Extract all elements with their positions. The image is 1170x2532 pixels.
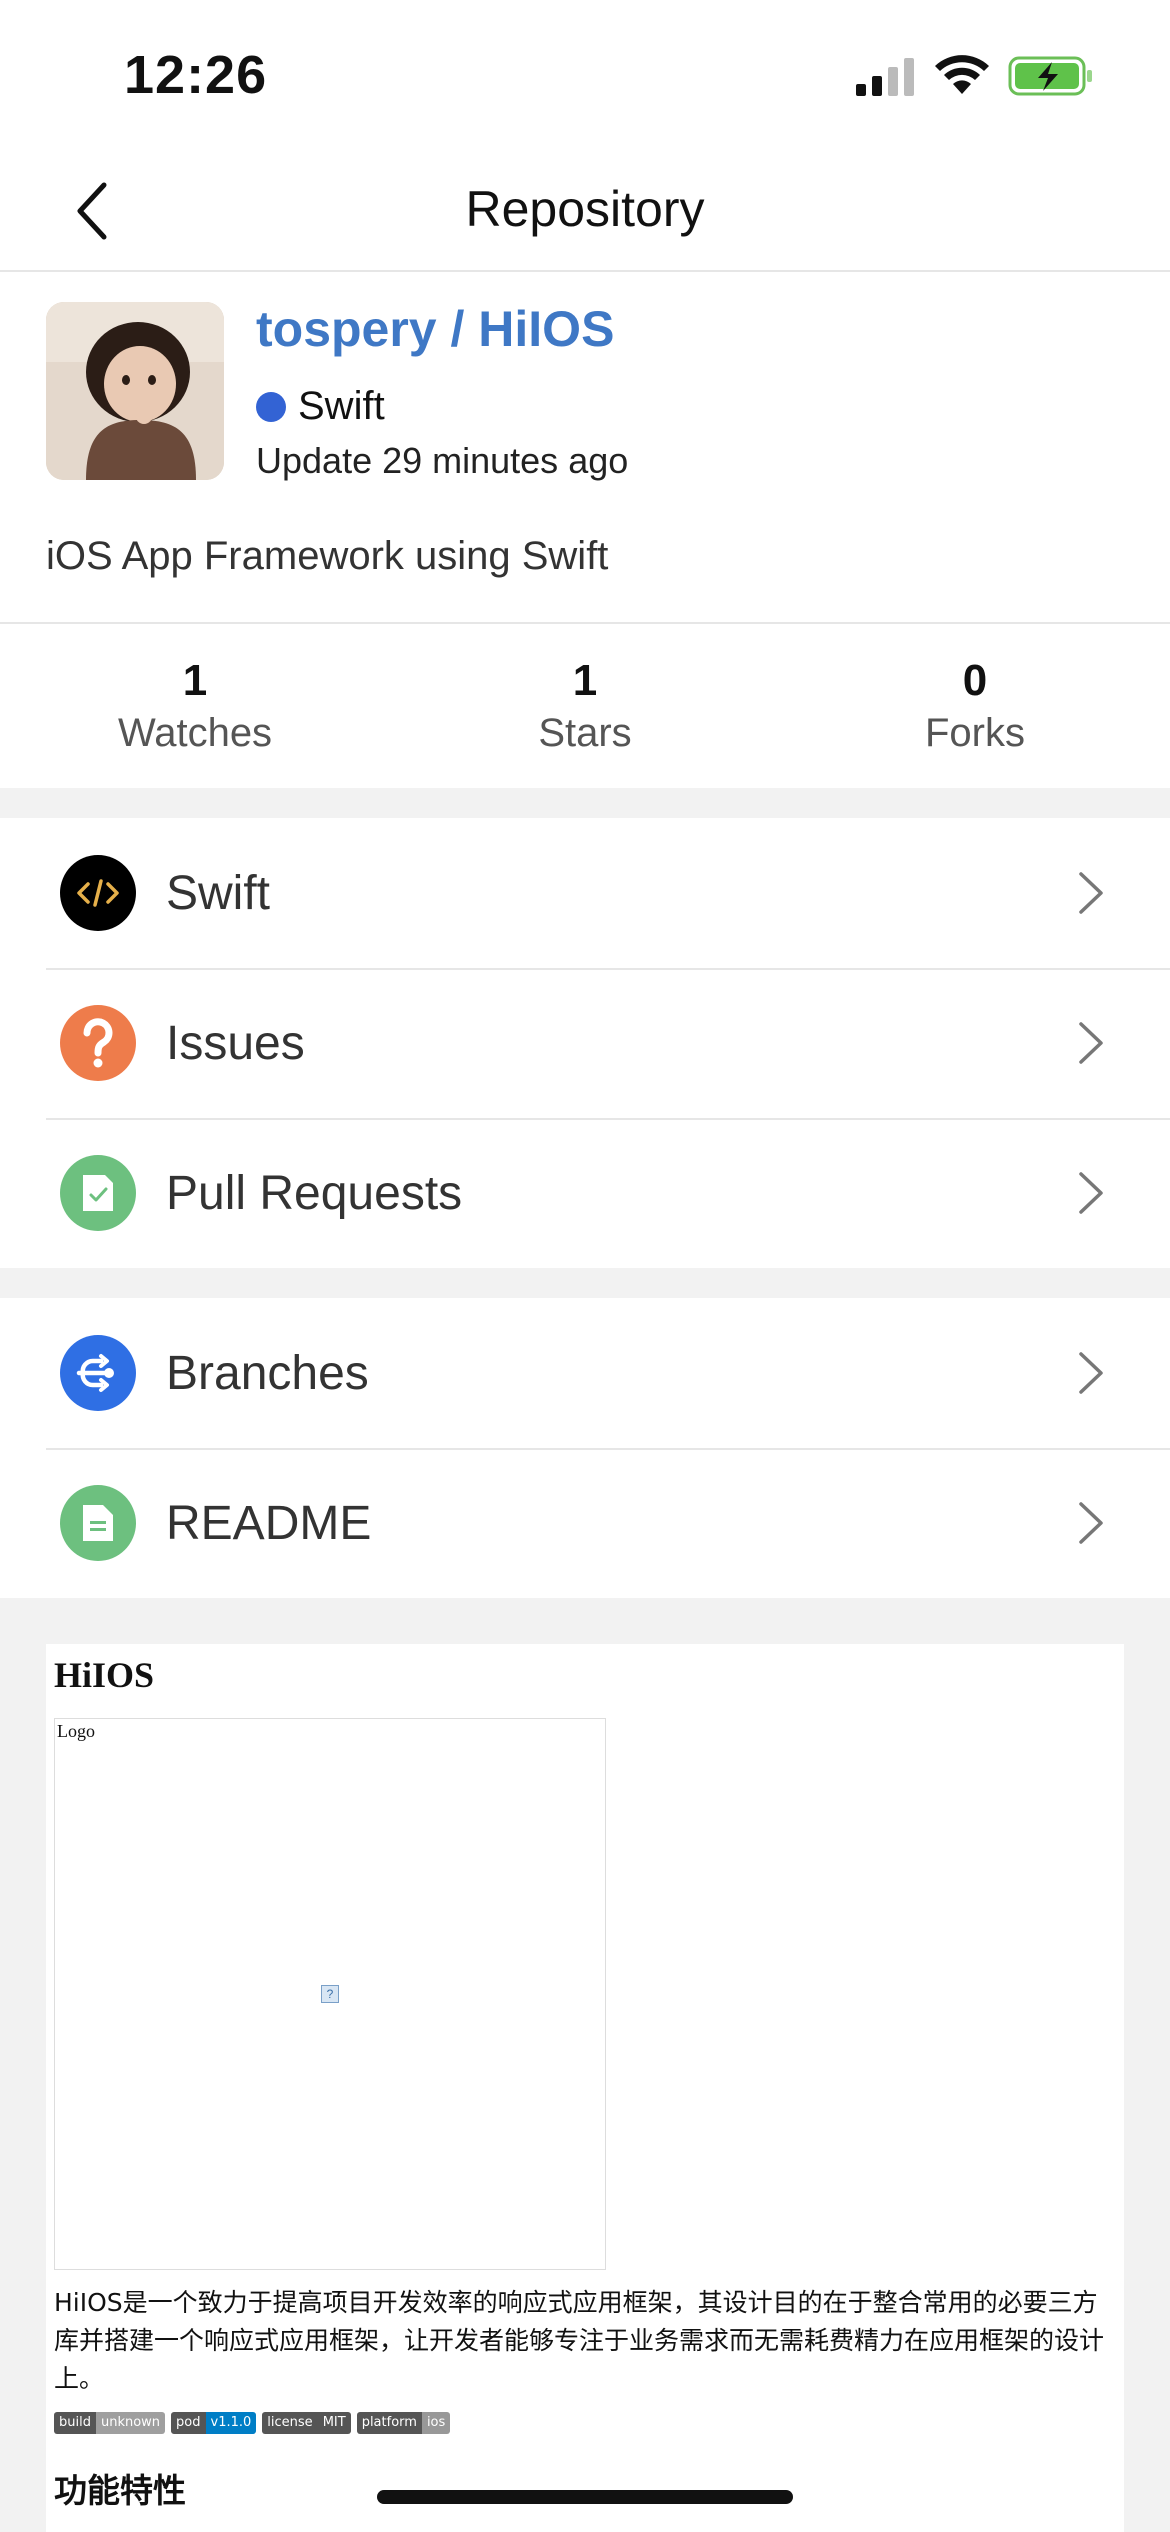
menu-item-readme[interactable]: README	[0, 1448, 1170, 1598]
logo-alt-text: Logo	[57, 1721, 95, 1741]
menu-item-label: Swift	[166, 867, 271, 920]
repo-name-link[interactable]: tospery / HiIOS	[256, 300, 614, 358]
badge-key: build	[54, 2412, 96, 2434]
pull-request-icon	[60, 1155, 136, 1231]
menu-item-pull-requests[interactable]: Pull Requests	[0, 1118, 1170, 1268]
badge-value: v1.1.0	[205, 2412, 257, 2434]
language-row: Swift	[256, 384, 385, 429]
menu-group-code: Swift Issues Pull Requests	[0, 818, 1170, 1268]
stat-stars[interactable]: 1 Stars	[390, 624, 780, 788]
updated-time: Update 29 minutes ago	[256, 440, 629, 481]
menu-item-label: Branches	[166, 1347, 369, 1400]
stat-label: Watches	[117, 711, 273, 755]
menu-item-swift[interactable]: Swift	[0, 818, 1170, 968]
readme-title: HiIOS	[54, 1655, 155, 1695]
stat-label: Forks	[925, 711, 1025, 755]
badge-platform[interactable]: platform ios	[356, 2412, 451, 2434]
code-icon	[60, 855, 136, 931]
chevron-right-icon	[1079, 1352, 1103, 1394]
menu-group-repo: Branches README	[0, 1298, 1170, 1598]
avatar[interactable]	[46, 302, 224, 480]
repo-header: tospery / HiIOS Swift Update 29 minutes …	[0, 272, 1170, 624]
stat-forks[interactable]: 0 Forks	[780, 624, 1170, 788]
menu-item-label: README	[166, 1497, 372, 1550]
page-title: Repository	[465, 181, 705, 237]
question-icon	[60, 1005, 136, 1081]
badge-value: unknown	[95, 2412, 166, 2434]
chevron-right-icon	[1079, 1502, 1103, 1544]
menu-item-branches[interactable]: Branches	[0, 1298, 1170, 1448]
readme-intro: HiIOS是一个致力于提高项目开发效率的响应式应用框架，其设计目的在于整合常用的…	[54, 2288, 1105, 2393]
wifi-icon	[935, 55, 989, 94]
chevron-right-icon	[1079, 872, 1103, 914]
language-label: Swift	[298, 384, 385, 428]
avatar-photo	[46, 302, 224, 480]
stat-count: 0	[962, 656, 988, 705]
menu-item-label: Pull Requests	[166, 1167, 463, 1220]
badge-key: license	[262, 2412, 318, 2434]
logo-image-placeholder: Logo ?	[54, 1718, 606, 2270]
status-bar: 12:26	[0, 0, 1170, 150]
stat-count: 1	[572, 656, 598, 705]
stat-label: Stars	[538, 711, 632, 755]
chevron-right-icon	[1079, 1172, 1103, 1214]
menu-item-label: Issues	[166, 1017, 305, 1070]
broken-image-icon: ?	[321, 1985, 339, 2003]
stat-count: 1	[182, 656, 208, 705]
badge-key: platform	[356, 2412, 422, 2434]
menu-item-issues[interactable]: Issues	[0, 968, 1170, 1118]
readme-content[interactable]: HiIOS Logo ? HiIOS是一个致力于提高项目开发效率的响应式应用框架…	[46, 1644, 1124, 2532]
document-icon	[60, 1485, 136, 1561]
repo-description: iOS App Framework using Swift	[46, 534, 609, 578]
badge-value: MIT	[317, 2412, 351, 2434]
badge-value: ios	[421, 2412, 451, 2434]
badge-license[interactable]: license MIT	[262, 2412, 351, 2434]
features-heading: 功能特性	[54, 2471, 186, 2510]
cellular-signal-icon	[856, 58, 914, 96]
badge-pod[interactable]: pod v1.1.0	[171, 2412, 257, 2434]
branch-icon	[60, 1335, 136, 1411]
badge-key: pod	[171, 2412, 206, 2434]
language-color-dot	[256, 391, 286, 422]
battery-charging-icon	[1008, 56, 1092, 96]
stat-watches[interactable]: 1 Watches	[0, 624, 390, 788]
navigation-bar: Repository	[0, 150, 1170, 272]
badge-build[interactable]: build unknown	[54, 2412, 166, 2434]
home-indicator[interactable]	[377, 2490, 793, 2504]
badge-row: build unknown pod v1.1.0 license MIT pla…	[54, 2412, 451, 2434]
chevron-right-icon	[1079, 1022, 1103, 1064]
status-time: 12:26	[124, 45, 268, 105]
repo-stats: 1 Watches 1 Stars 0 Forks	[0, 624, 1170, 788]
